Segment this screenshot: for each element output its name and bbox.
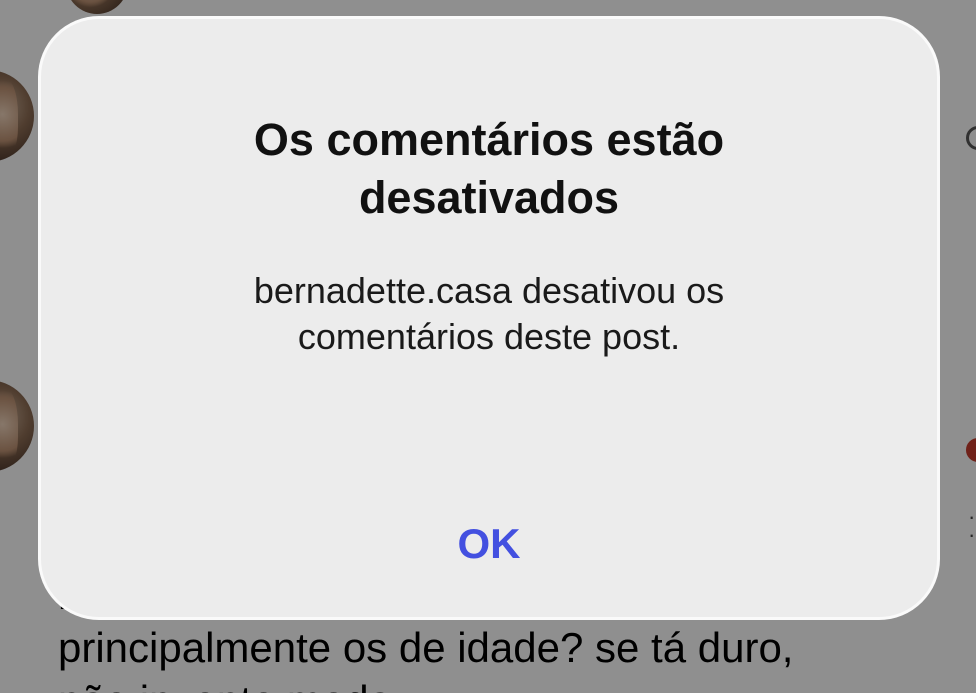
comments-disabled-alert: Os comentários estão desativados bernade…: [41, 19, 937, 617]
alert-message: bernadette.casa desativou os comentários…: [101, 268, 877, 360]
alert-title-line: Os comentários estão: [253, 114, 725, 165]
alert-title-line: desativados: [358, 172, 620, 223]
ok-button[interactable]: OK: [389, 514, 589, 574]
alert-title: Os comentários estão desativados: [101, 111, 877, 227]
alert-message-line: comentários deste post.: [297, 316, 681, 357]
alert-message-line: bernadette.casa desativou os: [253, 270, 725, 311]
